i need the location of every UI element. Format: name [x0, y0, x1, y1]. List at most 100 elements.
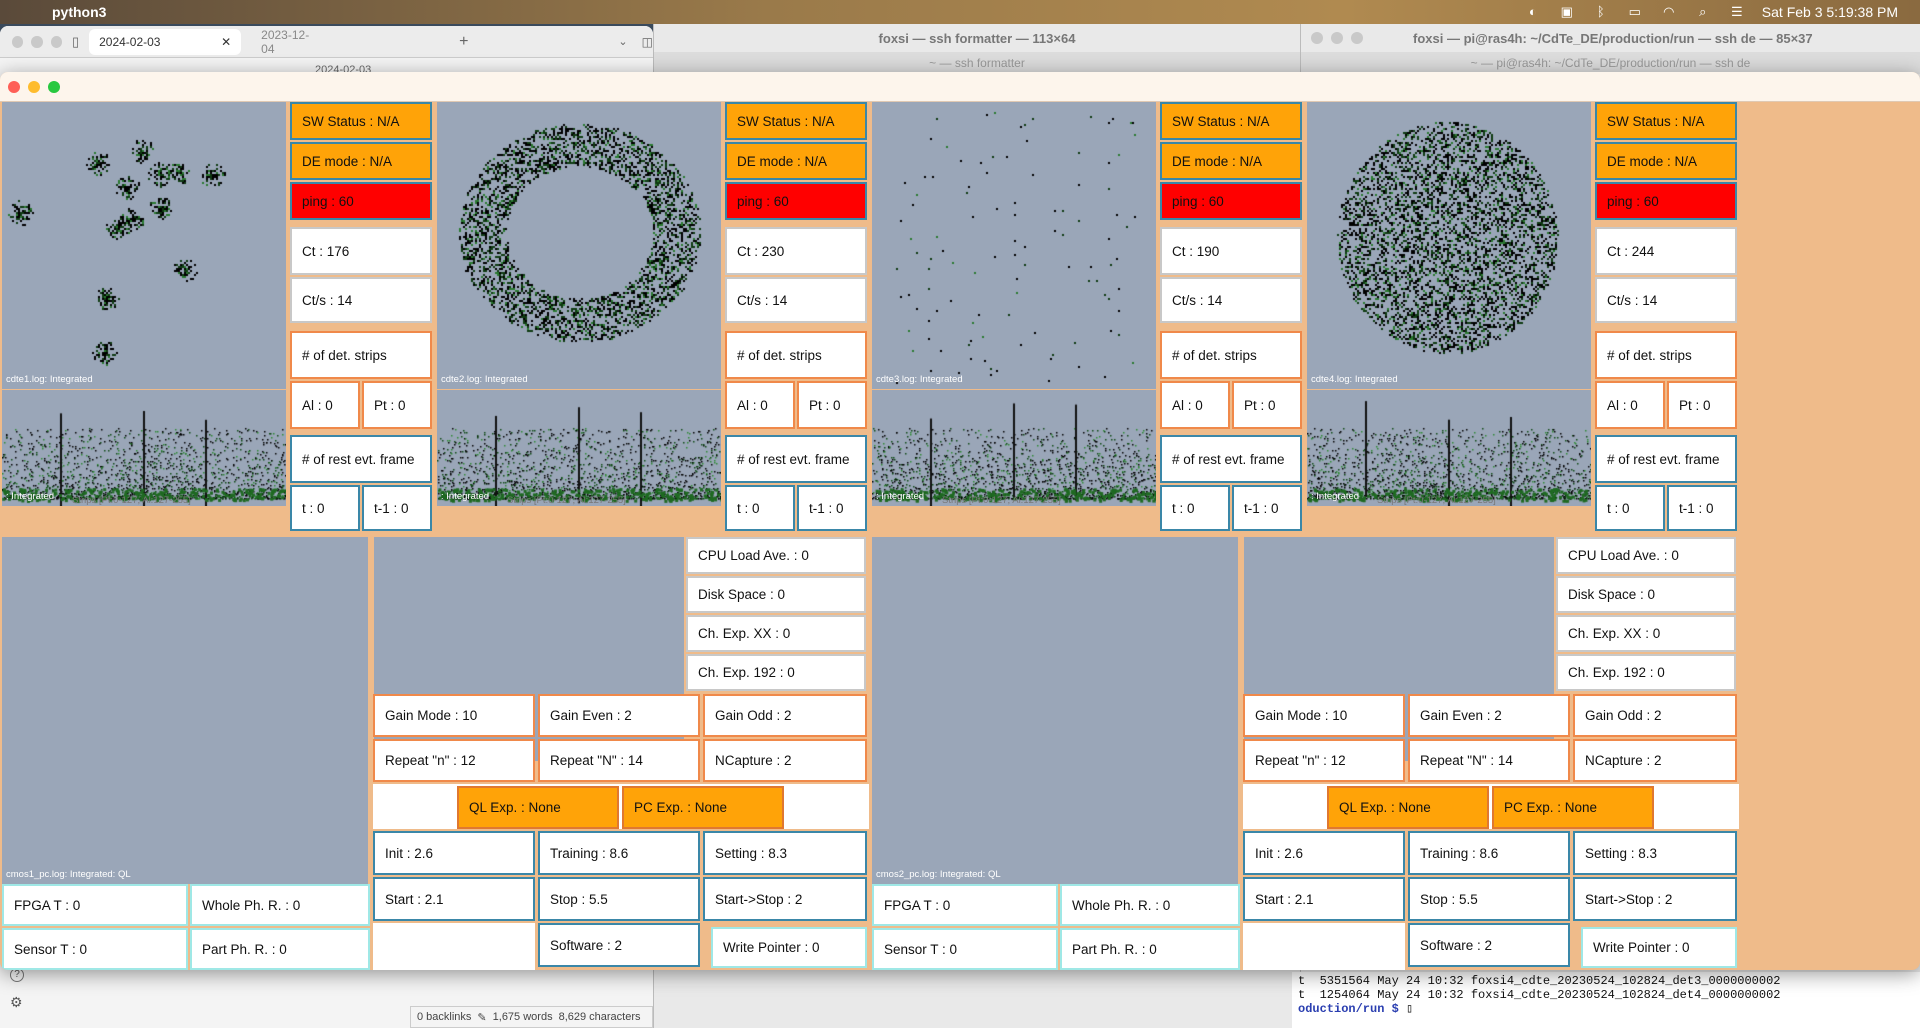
pc-exposure: PC Exp. : None — [622, 786, 784, 829]
wifi-icon[interactable]: ◠ — [1660, 5, 1678, 19]
t-minus-1-value: t-1 : 0 — [1667, 485, 1737, 531]
cdte-image-panel: cdte3.log: Integrated — [872, 102, 1156, 389]
ping-status: ping : 60 — [725, 182, 867, 220]
write-pointer: Write Pointer : 0 — [711, 927, 867, 968]
display-icon[interactable]: ▣ — [1558, 5, 1576, 19]
gain-mode: Gain Mode : 10 — [373, 694, 535, 737]
close-tab-icon[interactable]: ✕ — [221, 35, 231, 49]
close-icon[interactable] — [1311, 32, 1323, 44]
zoom-icon[interactable] — [48, 80, 60, 93]
exp-row-bg — [1243, 784, 1739, 829]
terminal-tab[interactable]: ~ — ssh formatter — [654, 52, 1300, 74]
count-rate: Ct/s : 14 — [1595, 277, 1737, 323]
minimize-icon[interactable] — [28, 80, 40, 93]
cpu-load: CPU Load Ave. : 0 — [686, 537, 866, 574]
count: Ct : 230 — [725, 227, 867, 275]
al-strips: Al : 0 — [1595, 381, 1665, 429]
pt-strips: Pt : 0 — [1667, 381, 1737, 429]
spectrum-sub-label: : Integrated — [6, 491, 55, 502]
edit-icon: ✎ — [477, 1011, 487, 1024]
fpga-temp: FPGA T : 0 — [872, 884, 1058, 926]
close-icon[interactable] — [8, 80, 20, 93]
det-strips: # of det. strips — [290, 331, 432, 379]
setting-time: Setting : 8.3 — [703, 831, 867, 875]
tab-2023-12-04[interactable]: 2023-12-04 — [251, 28, 329, 56]
zoom-icon[interactable] — [1351, 32, 1363, 44]
quicklook-app-window: cdte1.log: Integrated : Integrated Strips … — [0, 72, 1920, 970]
sidebar-icon[interactable]: ▯ — [72, 34, 79, 50]
start-time: Start : 2.1 — [1243, 877, 1405, 921]
new-tab-icon[interactable]: + — [459, 33, 468, 51]
app-name[interactable]: python3 — [52, 4, 106, 20]
cdte-image-canvas — [872, 102, 1156, 389]
image-label: cdte4.log: Integrated — [1311, 374, 1398, 385]
app-titlebar — [0, 72, 1920, 102]
disk-space: Disk Space : 0 — [686, 576, 866, 613]
ch-exp-xx: Ch. Exp. XX : 0 — [686, 615, 866, 652]
count-rate: Ct/s : 14 — [1160, 277, 1302, 323]
close-icon[interactable] — [12, 35, 24, 48]
de-mode: DE mode : N/A — [290, 142, 432, 180]
backlinks-count[interactable]: 0 backlinks — [417, 1011, 471, 1023]
gain-mode: Gain Mode : 10 — [1243, 694, 1405, 737]
sync-icon[interactable]: ◐ — [1524, 5, 1542, 19]
training-time: Training : 8.6 — [1408, 831, 1570, 875]
split-view-icon[interactable]: ◫ — [642, 35, 653, 49]
blank-cell — [373, 923, 535, 970]
term2-title: foxsi — pi@ras4h: ~/CdTe_DE/production/r… — [1413, 30, 1813, 46]
part-ph-rate: Part Ph. R. : 0 — [190, 928, 370, 970]
cursor: ▯ — [1406, 1002, 1414, 1016]
word-count: 1,675 words — [492, 1011, 553, 1023]
control-center-icon[interactable]: ☰ — [1728, 5, 1746, 19]
ncapture: NCapture : 2 — [703, 739, 867, 782]
ql-exposure: QL Exp. : None — [457, 786, 619, 829]
repeat-n-lower: Repeat "n" : 12 — [373, 739, 535, 782]
stop-time: Stop : 5.5 — [538, 877, 700, 921]
search-icon[interactable]: ⌕ — [1694, 5, 1712, 19]
minimize-icon[interactable] — [31, 35, 43, 48]
pc-exposure: PC Exp. : None — [1492, 786, 1654, 829]
t-value: t : 0 — [1595, 485, 1665, 531]
settings-icon[interactable]: ⚙ — [10, 994, 23, 1011]
terminal-tab[interactable]: ~ — pi@ras4h: ~/CdTe_DE/production/run —… — [1301, 52, 1920, 74]
chevron-down-icon[interactable]: ⌄ — [618, 35, 627, 48]
de-mode: DE mode : N/A — [725, 142, 867, 180]
rest-evt-frame: # of rest evt. frame — [290, 435, 432, 483]
repeat-n-upper: Repeat "N" : 14 — [1408, 739, 1570, 782]
clock[interactable]: Sat Feb 3 5:19:38 PM — [1762, 4, 1898, 20]
help-icon[interactable]: ? — [10, 968, 24, 982]
bluetooth-icon[interactable]: ᛒ — [1592, 5, 1610, 19]
cdte-image-canvas — [1307, 102, 1591, 389]
t-minus-1-value: t-1 : 0 — [1232, 485, 1302, 531]
rest-evt-frame: # of rest evt. frame — [1595, 435, 1737, 483]
zoom-icon[interactable] — [50, 35, 62, 48]
spectrum-axis-label: Strips [Pt:0-127, Al:127-255] — [507, 495, 626, 506]
cdte-image-panel: cdte1.log: Integrated — [2, 102, 286, 389]
sensor-temp: Sensor T : 0 — [872, 928, 1058, 970]
exp-row-bg — [373, 784, 869, 829]
battery-icon[interactable]: ▭ — [1626, 5, 1644, 19]
spectrum-sub-label: : Integrated — [441, 491, 490, 502]
init-time: Init : 2.6 — [373, 831, 535, 875]
terminal-prompt: oduction/run $ — [1298, 1002, 1407, 1016]
rest-evt-frame: # of rest evt. frame — [725, 435, 867, 483]
ch-exp-192: Ch. Exp. 192 : 0 — [1556, 654, 1736, 691]
training-time: Training : 8.6 — [538, 831, 700, 875]
whole-ph-rate: Whole Ph. R. : 0 — [190, 884, 370, 926]
window-title: foxsi — pi@ras4h: ~/CdTe_DE/production/r… — [1301, 24, 1920, 52]
image-label: cdte3.log: Integrated — [876, 374, 963, 385]
terminal-output[interactable]: t 5351564 May 24 10:32 foxsi4_cdte_20230… — [1292, 972, 1920, 1028]
cdte-image-panel: cdte2.log: Integrated — [437, 102, 721, 389]
start-stop-time: Start->Stop : 2 — [1573, 877, 1737, 921]
minimize-icon[interactable] — [1331, 32, 1343, 44]
cdte-spectrum-panel: : Integrated Strips [Pt:0-127, Al:127-255… — [437, 390, 721, 506]
cdte-image-canvas — [437, 102, 721, 389]
fpga-temp: FPGA T : 0 — [2, 884, 188, 926]
tab-2024-02-03[interactable]: 2024-02-03 ✕ — [89, 28, 242, 55]
ping-status: ping : 60 — [1160, 182, 1302, 220]
rest-evt-frame: # of rest evt. frame — [1160, 435, 1302, 483]
cdte-spectrum-canvas — [872, 390, 1156, 506]
cdte-spectrum-panel: : Integrated Strips [Pt:0-127, Al:127-255… — [1307, 390, 1591, 506]
blank-cell — [1243, 923, 1405, 970]
repeat-n-upper: Repeat "N" : 14 — [538, 739, 700, 782]
